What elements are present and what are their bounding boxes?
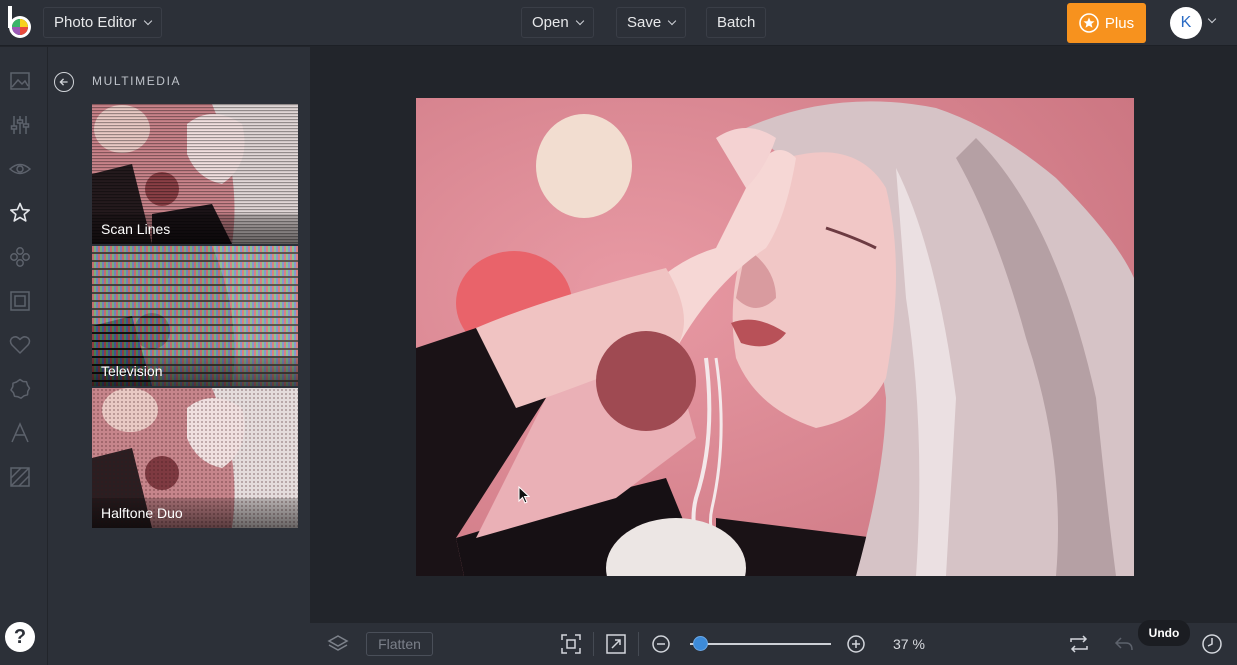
app-logo[interactable]	[6, 6, 34, 40]
zoom-in-icon[interactable]	[845, 633, 867, 655]
chevron-down-icon	[667, 16, 677, 25]
star-badge-icon	[1079, 13, 1099, 33]
undo-tooltip: Undo	[1138, 620, 1190, 646]
image-icon[interactable]	[9, 70, 31, 92]
text-icon[interactable]	[9, 422, 31, 444]
zoom-out-icon[interactable]	[650, 633, 672, 655]
flatten-button[interactable]: Flatten	[366, 632, 433, 656]
actual-size-icon[interactable]	[605, 633, 627, 655]
history-clock-icon[interactable]	[1201, 633, 1223, 655]
flatten-label: Flatten	[378, 636, 421, 652]
batch-button[interactable]: Batch	[706, 7, 767, 38]
top-bar: Photo Editor Open Save Batch Plus K	[0, 0, 1237, 46]
swap-compare-icon[interactable]	[1068, 633, 1090, 655]
mouse-cursor-icon	[518, 486, 530, 504]
zoom-slider-handle[interactable]	[692, 636, 708, 651]
plus-label: Plus	[1104, 14, 1135, 32]
effects-panel: MULTIMEDIA Scan Lines Television Halfton…	[48, 47, 310, 665]
back-arrow-icon[interactable]	[54, 72, 74, 92]
effect-thumb-television[interactable]: Television	[92, 246, 298, 386]
chevron-down-icon	[143, 16, 152, 25]
photo-image	[416, 98, 1134, 576]
shapes-icon[interactable]	[9, 246, 31, 268]
divider	[593, 632, 594, 656]
undo-tooltip-label: Undo	[1148, 626, 1180, 640]
zoom-slider-track[interactable]	[690, 643, 831, 645]
user-avatar[interactable]: K	[1170, 7, 1202, 39]
texture-icon[interactable]	[9, 466, 31, 488]
eye-icon[interactable]	[9, 158, 31, 180]
layers-icon[interactable]	[327, 633, 349, 655]
save-button[interactable]: Save	[616, 7, 687, 38]
effect-label: Television	[92, 356, 298, 386]
open-label: Open	[532, 14, 569, 31]
editor-mode-dropdown[interactable]: Photo Editor	[43, 7, 162, 38]
frame-icon[interactable]	[9, 290, 31, 312]
fit-screen-icon[interactable]	[560, 633, 582, 655]
star-icon[interactable]	[9, 202, 31, 224]
effect-thumb-halftone-duo[interactable]: Halftone Duo	[92, 388, 298, 528]
effect-label: Scan Lines	[92, 214, 298, 244]
chevron-down-icon	[575, 16, 584, 25]
plus-upgrade-button[interactable]: Plus	[1067, 3, 1146, 43]
canvas-area	[310, 47, 1237, 623]
open-button[interactable]: Open	[521, 7, 594, 38]
heart-icon[interactable]	[9, 334, 31, 356]
tool-rail: ?	[0, 47, 48, 665]
save-label: Save	[627, 14, 662, 31]
avatar-initial: K	[1180, 14, 1192, 31]
chevron-down-icon[interactable]	[1207, 14, 1217, 24]
panel-title: MULTIMEDIA	[92, 74, 182, 88]
help-label: ?	[13, 625, 27, 648]
edited-photo[interactable]	[416, 98, 1134, 576]
batch-label: Batch	[717, 14, 756, 31]
help-button[interactable]: ?	[5, 622, 35, 652]
adjust-sliders-icon[interactable]	[9, 114, 31, 136]
bottom-bar: Flatten 37 % Undo	[310, 620, 1237, 665]
editor-mode-label: Photo Editor	[54, 14, 137, 31]
undo-icon[interactable]	[1113, 633, 1135, 655]
badge-icon[interactable]	[9, 378, 31, 400]
divider	[638, 632, 639, 656]
effect-thumb-scan-lines[interactable]: Scan Lines	[92, 104, 298, 244]
zoom-percentage: 37 %	[893, 636, 925, 652]
effect-label: Halftone Duo	[92, 498, 298, 528]
